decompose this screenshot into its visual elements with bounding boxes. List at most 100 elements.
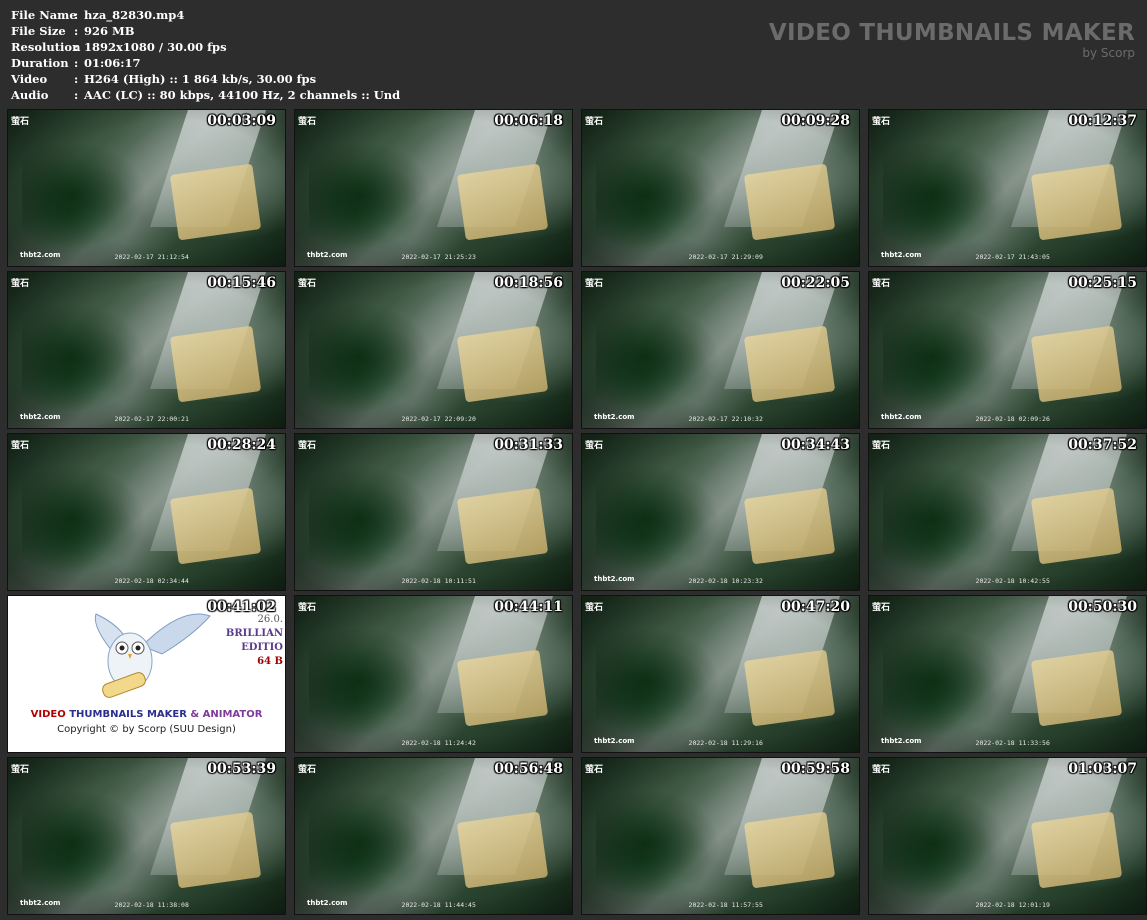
camera-logo: 萤石	[872, 765, 891, 775]
info-key: Resolution	[11, 40, 81, 54]
capture-datetime: 2022-02-18 10:23:32	[688, 577, 763, 585]
video-thumbnail[interactable]: 萤石 00:31:33 2022-02-18 10:11:51	[294, 433, 573, 591]
info-separator: :	[74, 8, 79, 22]
site-watermark: thbt2.com	[594, 737, 635, 745]
info-row: File Name: hza_82830.mp4	[11, 7, 400, 23]
brand-watermark: VIDEO THUMBNAILS MAKER by Scorp	[769, 20, 1135, 59]
site-watermark: thbt2.com	[594, 413, 635, 421]
video-thumbnail[interactable]: 萤石 00:25:15 thbt2.com 2022-02-18 02:09:26	[868, 271, 1147, 429]
capture-datetime: 2022-02-18 11:24:42	[401, 739, 476, 747]
thumbnail-timestamp: 01:03:07	[1068, 761, 1137, 777]
capture-datetime: 2022-02-18 11:38:08	[114, 901, 189, 909]
site-watermark: thbt2.com	[20, 251, 61, 259]
video-thumbnail[interactable]: 萤石 00:28:24 2022-02-18 02:34:44	[7, 433, 286, 591]
info-separator: :	[74, 72, 79, 86]
camera-logo: 萤石	[298, 279, 317, 289]
promo-edition-line-2: EDITIO	[241, 642, 283, 653]
video-thumbnail[interactable]: 萤石 00:50:30 thbt2.com 2022-02-18 11:33:56	[868, 595, 1147, 753]
video-thumbnail[interactable]: 萤石 00:18:56 2022-02-17 22:09:20	[294, 271, 573, 429]
thumbnail-timestamp: 00:31:33	[494, 437, 563, 453]
camera-logo: 萤石	[585, 441, 604, 451]
capture-datetime: 2022-02-18 11:33:56	[975, 739, 1050, 747]
vignette-overlay	[582, 434, 859, 590]
site-watermark: thbt2.com	[20, 899, 61, 907]
promo-bits: 64 B	[257, 656, 283, 667]
capture-datetime: 2022-02-17 21:12:54	[114, 253, 189, 261]
video-thumbnail[interactable]: 萤石 00:15:46 thbt2.com 2022-02-17 22:00:21	[7, 271, 286, 429]
promo-title: VIDEO THUMBNAILS MAKER & ANIMATOR	[8, 709, 285, 720]
thumbnail-timestamp: 00:15:46	[207, 275, 276, 291]
vignette-overlay	[869, 434, 1146, 590]
video-thumbnail[interactable]: 萤石 00:06:18 thbt2.com 2022-02-17 21:25:23	[294, 109, 573, 267]
camera-logo: 萤石	[11, 765, 30, 775]
video-thumbnail[interactable]: 萤石 00:09:28 2022-02-17 21:29:09	[581, 109, 860, 267]
thumbnail-timestamp: 00:03:09	[207, 113, 276, 129]
promo-title-part-3: & ANIMATOR	[190, 709, 263, 720]
promo-thumbnail[interactable]: 00:41:02 26.0. BRILLIAN EDITIO 64 B VIDEO THU…	[7, 595, 286, 753]
promo-edition-line-1: BRILLIAN	[225, 628, 283, 639]
camera-logo: 萤石	[872, 603, 891, 613]
thumbnail-timestamp: 00:12:37	[1068, 113, 1137, 129]
video-thumbnail[interactable]: 萤石 00:37:52 2022-02-18 10:42:55	[868, 433, 1147, 591]
vignette-overlay	[582, 272, 859, 428]
promo-title-part-1: VIDEO	[30, 709, 66, 720]
camera-logo: 萤石	[585, 117, 604, 127]
thumbnail-timestamp: 00:09:28	[781, 113, 850, 129]
video-thumbnail[interactable]: 萤石 00:03:09 thbt2.com 2022-02-17 21:12:54	[7, 109, 286, 267]
video-thumbnail[interactable]: 萤石 00:12:37 thbt2.com 2022-02-17 21:43:05	[868, 109, 1147, 267]
thumbnail-timestamp: 00:53:39	[207, 761, 276, 777]
vignette-overlay	[295, 434, 572, 590]
vignette-overlay	[582, 596, 859, 752]
thumbnail-timestamp: 00:37:52	[1068, 437, 1137, 453]
thumbnail-timestamp: 00:22:05	[781, 275, 850, 291]
vignette-overlay	[295, 272, 572, 428]
info-separator: :	[74, 40, 79, 54]
camera-logo: 萤石	[585, 603, 604, 613]
video-thumbnail[interactable]: 萤石 00:59:58 2022-02-18 11:57:55	[581, 757, 860, 915]
info-separator: :	[74, 24, 79, 38]
info-key: Audio	[11, 88, 49, 102]
camera-logo: 萤石	[872, 441, 891, 451]
capture-datetime: 2022-02-17 21:29:09	[688, 253, 763, 261]
vignette-overlay	[8, 434, 285, 590]
video-thumbnail[interactable]: 萤石 00:56:48 thbt2.com 2022-02-18 11:44:45	[294, 757, 573, 915]
camera-logo: 萤石	[872, 279, 891, 289]
thumbnail-timestamp: 00:28:24	[207, 437, 276, 453]
video-thumbnail[interactable]: 萤石 01:03:07 2022-02-18 12:01:19	[868, 757, 1147, 915]
capture-datetime: 2022-02-18 02:09:26	[975, 415, 1050, 423]
capture-datetime: 2022-02-17 21:43:05	[975, 253, 1050, 261]
info-key: Video	[11, 72, 48, 86]
site-watermark: thbt2.com	[881, 251, 922, 259]
camera-logo: 萤石	[585, 279, 604, 289]
site-watermark: thbt2.com	[594, 575, 635, 583]
video-thumbnail[interactable]: 萤石 00:53:39 thbt2.com 2022-02-18 11:38:08	[7, 757, 286, 915]
promo-version: 26.0.	[257, 614, 283, 625]
info-row: Duration:01:06:17	[11, 55, 400, 71]
vignette-overlay	[295, 110, 572, 266]
capture-datetime: 2022-02-18 12:01:19	[975, 901, 1050, 909]
info-separator: :	[74, 56, 79, 70]
vignette-overlay	[8, 758, 285, 914]
thumbnail-timestamp: 00:59:58	[781, 761, 850, 777]
owl-logo-icon	[94, 613, 211, 698]
promo-copyright: Copyright © by Scorp (SUU Design)	[57, 724, 236, 735]
video-thumbnail[interactable]: 萤石 00:44:11 2022-02-18 11:24:42	[294, 595, 573, 753]
info-separator: :	[74, 88, 79, 102]
info-value: AAC (LC) :: 80 kbps, 44100 Hz, 2 channel…	[84, 88, 401, 102]
vignette-overlay	[869, 110, 1146, 266]
thumbnail-timestamp: 00:25:15	[1068, 275, 1137, 291]
video-thumbnail[interactable]: 萤石 00:22:05 thbt2.com 2022-02-17 22:10:32	[581, 271, 860, 429]
video-thumbnail[interactable]: 萤石 00:34:43 thbt2.com 2022-02-18 10:23:32	[581, 433, 860, 591]
vignette-overlay	[295, 596, 572, 752]
capture-datetime: 2022-02-18 02:34:44	[114, 577, 189, 585]
vignette-overlay	[8, 110, 285, 266]
thumbnail-timestamp: 00:34:43	[781, 437, 850, 453]
video-thumbnail[interactable]: 萤石 00:47:20 thbt2.com 2022-02-18 11:29:16	[581, 595, 860, 753]
vignette-overlay	[869, 758, 1146, 914]
capture-datetime: 2022-02-18 10:11:51	[401, 577, 476, 585]
info-value: 1892x1080 / 30.00 fps	[84, 40, 227, 54]
info-key: File Name	[11, 8, 77, 22]
capture-datetime: 2022-02-18 11:29:16	[688, 739, 763, 747]
camera-logo: 萤石	[298, 765, 317, 775]
vignette-overlay	[869, 272, 1146, 428]
